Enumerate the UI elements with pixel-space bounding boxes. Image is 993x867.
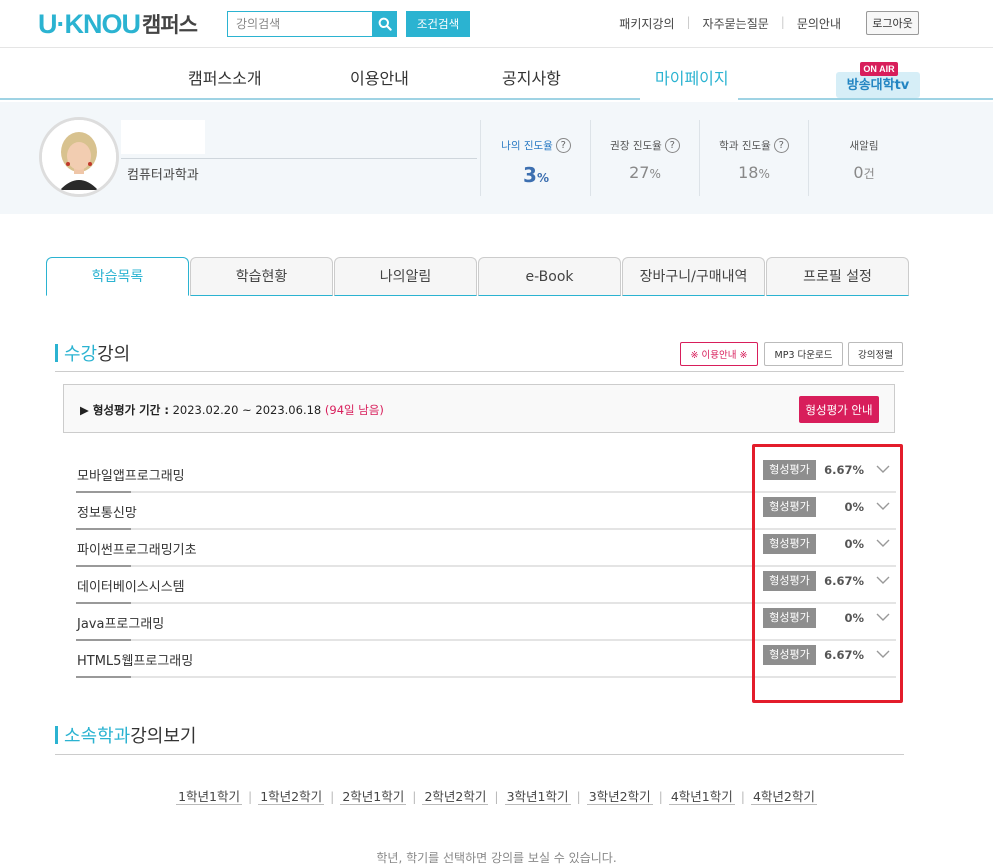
stat-label: 학과 진도율 [719, 140, 771, 152]
stat-value: 3 [523, 163, 537, 187]
help-icon[interactable]: ? [555, 138, 571, 153]
grade-link[interactable]: 3학년2학기 [586, 789, 653, 805]
avatar-illustration [42, 120, 116, 194]
course-title[interactable]: 파이썬프로그래밍기초 [77, 539, 197, 558]
stat-divider [808, 120, 809, 196]
heading-bar [55, 344, 58, 362]
eval-period-dates: 2023.02.20 ~ 2023.06.18 [172, 403, 322, 417]
eval-period-box: ▶ 형성평가 기간 : 2023.02.20 ~ 2023.06.18 (94일… [63, 384, 895, 433]
department-label: 컴퓨터과학과 [127, 168, 199, 183]
link-divider: | [248, 789, 253, 804]
tab-cart-orders[interactable]: 장바구니/구매내역 [622, 257, 765, 296]
mypage-tabs: 학습목록 학습현황 나의알림 e-Book 장바구니/구매내역 프로필 설정 [46, 257, 911, 296]
onair-badge: ON AIR [860, 62, 898, 76]
help-icon[interactable]: ? [664, 138, 680, 153]
stat-value: 18 [738, 163, 759, 182]
stat-divider [480, 120, 481, 196]
faq-link[interactable]: 자주묻는질문 [691, 15, 781, 32]
course-title[interactable]: 모바일앱프로그래밍 [77, 465, 185, 484]
stat-unit: % [649, 167, 661, 181]
tab-my-alerts[interactable]: 나의알림 [334, 257, 477, 296]
usage-guide-button[interactable]: ※ 이용안내 ※ [680, 342, 758, 366]
logo-suffix: 캠퍼스 [142, 13, 198, 37]
grade-link[interactable]: 2학년2학기 [422, 789, 489, 805]
tab-study-list[interactable]: 학습목록 [46, 257, 189, 296]
search-button[interactable] [373, 11, 397, 37]
stat-dept-progress: 학과 진도율? 18% [700, 118, 808, 198]
profile-panel: 컴퓨터과학과 나의 진도율? 3% 권장 진도율? 27% 학과 진도율? 18… [0, 102, 993, 214]
top-bar: U·KNOU 캠퍼스 조건검색 패키지강의 | 자주묻는질문 | 문의안내 로그… [0, 0, 993, 48]
grade-link[interactable]: 4학년1학기 [668, 789, 735, 805]
grade-link[interactable]: 4학년2학기 [750, 789, 817, 805]
stat-label: 나의 진도율 [501, 140, 553, 152]
highlight-box [752, 444, 903, 703]
dept-lectures-heading: 소속학과 강의보기 [55, 724, 197, 747]
stat-value: 0 [853, 163, 864, 182]
user-name-field [121, 120, 205, 154]
eval-period-text: ▶ 형성평가 기간 : 2023.02.20 ~ 2023.06.18 (94일… [80, 402, 384, 418]
heading-bar [55, 726, 58, 744]
link-divider: | [330, 789, 335, 804]
search-input[interactable] [227, 11, 373, 37]
heading-text: 강의 [97, 344, 131, 365]
course-title[interactable]: 데이터베이스시스템 [77, 576, 185, 595]
heading-accent: 수강 [64, 344, 98, 365]
course-title[interactable]: Java프로그래밍 [77, 613, 164, 632]
course-title[interactable]: 정보통신망 [77, 502, 137, 521]
course-title[interactable]: HTML5웹프로그래밍 [77, 650, 193, 669]
name-divider [121, 158, 477, 159]
eval-period-label: ▶ 형성평가 기간 : [80, 403, 169, 417]
stat-unit: % [758, 167, 770, 181]
top-links: 패키지강의 | 자주묻는질문 | 문의안내 [607, 15, 853, 32]
stat-label: 권장 진도율 [610, 140, 662, 152]
package-lecture-link[interactable]: 패키지강의 [607, 15, 686, 32]
contact-link[interactable]: 문의안내 [785, 15, 853, 32]
section-divider [55, 754, 904, 755]
grade-hint-text: 학년, 학기를 선택하면 강의를 보실 수 있습니다. [376, 851, 617, 865]
tab-ebook[interactable]: e-Book [478, 257, 621, 296]
condition-search-button[interactable]: 조건검색 [406, 11, 470, 37]
link-divider: | [494, 789, 499, 804]
grade-link[interactable]: 1학년1학기 [176, 789, 243, 805]
search-icon [378, 17, 392, 31]
link-divider: | [412, 789, 417, 804]
link-divider: | [658, 789, 663, 804]
logout-button[interactable]: 로그아웃 [866, 11, 919, 35]
onair-banner[interactable]: 방송대학tv ON AIR [836, 62, 920, 98]
grade-link[interactable]: 3학년1학기 [504, 789, 571, 805]
logo-text: U·KNOU [38, 8, 141, 39]
grade-link[interactable]: 2학년1학기 [340, 789, 407, 805]
nav-mypage[interactable]: 마이페이지 [655, 65, 729, 89]
mp3-download-button[interactable]: MP3 다운로드 [764, 342, 843, 366]
grade-semester-links: 1학년1학기 | 1학년2학기 | 2학년1학기 | 2학년2학기 | 3학년1학기 | 3학년2학… [0, 786, 993, 805]
stat-label: 새알림 [849, 140, 879, 152]
heading-accent: 소속학과 [64, 726, 131, 747]
stat-my-progress: 나의 진도율? 3% [482, 118, 590, 198]
lecture-sort-button[interactable]: 강의정렬 [848, 342, 903, 366]
stat-unit: 건 [863, 167, 875, 181]
stat-recommended-progress: 권장 진도율? 27% [591, 118, 699, 198]
lectures-heading: 수강 강의 [55, 342, 131, 365]
eval-period-remaining: (94일 남음) [324, 403, 384, 417]
nav-usage-guide[interactable]: 이용안내 [350, 65, 409, 89]
avatar [39, 117, 119, 197]
nav-notice[interactable]: 공지사항 [502, 65, 561, 89]
grade-link[interactable]: 1학년2학기 [258, 789, 325, 805]
link-divider: | [576, 789, 581, 804]
help-icon[interactable]: ? [773, 138, 789, 153]
section-divider [55, 371, 904, 372]
stat-value: 27 [629, 163, 650, 182]
nav-campus-intro[interactable]: 캠퍼스소개 [188, 65, 262, 89]
eval-guide-button[interactable]: 형성평가 안내 [799, 396, 879, 423]
heading-text: 강의보기 [130, 726, 197, 747]
stat-unit: % [536, 171, 549, 185]
tab-profile-settings[interactable]: 프로필 설정 [766, 257, 909, 296]
tab-study-status[interactable]: 학습현황 [190, 257, 333, 296]
nav-active-indicator [640, 97, 738, 100]
progress-bar-fill [76, 676, 131, 678]
site-logo[interactable]: U·KNOU 캠퍼스 [38, 8, 198, 39]
link-divider: | [740, 789, 745, 804]
stat-new-alerts[interactable]: 새알림 0건 [810, 118, 918, 198]
